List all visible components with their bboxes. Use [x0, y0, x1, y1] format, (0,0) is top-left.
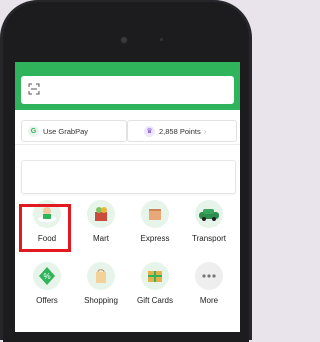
express-icon — [141, 200, 169, 228]
service-express[interactable]: Express — [127, 200, 183, 243]
grabpay-icon: G — [28, 125, 39, 137]
chevron-right-icon: › — [203, 126, 207, 136]
service-shopping[interactable]: Shopping — [73, 262, 129, 305]
service-label: Shopping — [84, 296, 118, 305]
service-label: Express — [140, 234, 170, 243]
grabpay-label: Use GrabPay — [43, 126, 89, 136]
svg-text:%: % — [43, 272, 50, 281]
offers-icon: % — [33, 262, 61, 290]
info-row: G Use GrabPay ♛ 2,858 Points › — [15, 114, 240, 145]
service-label: Gift Cards — [136, 296, 173, 305]
service-gift-cards[interactable]: Gift Cards — [127, 262, 183, 305]
service-mart[interactable]: Mart — [73, 200, 129, 243]
grabpay-button[interactable]: G Use GrabPay — [21, 120, 127, 142]
points-label: 2,858 Points — [159, 126, 201, 136]
service-label: Transport — [192, 234, 226, 243]
service-label: Mart — [93, 234, 109, 243]
shopping-icon — [87, 262, 115, 290]
more-icon — [195, 262, 223, 290]
points-button[interactable]: ♛ 2,858 Points › — [127, 120, 237, 142]
scan-icon[interactable] — [28, 83, 40, 95]
app-screen: G Use GrabPay ♛ 2,858 Points › Food Mart… — [15, 62, 240, 332]
search-bar[interactable] — [21, 76, 234, 104]
app-header — [15, 62, 240, 110]
food-highlight-box — [19, 204, 71, 252]
crown-icon: ♛ — [144, 125, 155, 137]
transport-icon — [195, 200, 223, 228]
banner-card[interactable] — [21, 160, 236, 194]
service-label: Offers — [36, 296, 58, 305]
gift-cards-icon — [141, 262, 169, 290]
front-camera — [120, 36, 128, 44]
service-transport[interactable]: Transport — [181, 200, 237, 243]
service-label: More — [199, 296, 219, 305]
service-more[interactable]: More — [181, 262, 237, 305]
sensor-dot — [160, 38, 163, 41]
mart-icon — [87, 200, 115, 228]
service-offers[interactable]: % Offers — [19, 262, 75, 305]
